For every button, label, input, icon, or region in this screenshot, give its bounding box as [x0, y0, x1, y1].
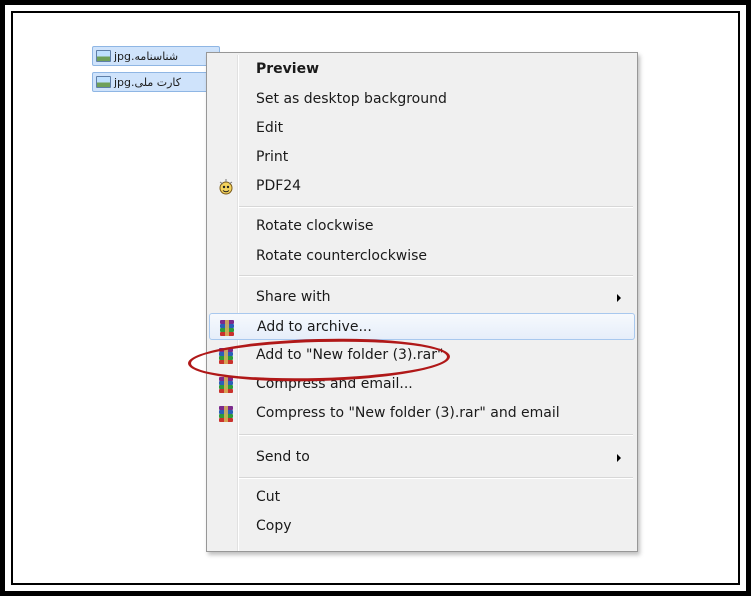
file-item-shenasnameh[interactable]: شناسنامه.jpg — [92, 46, 220, 66]
menu-item-print[interactable]: Print — [209, 144, 635, 171]
pdf24-icon — [217, 178, 235, 196]
menu-item-copy[interactable]: Copy — [209, 513, 635, 540]
menu-item-label: Edit — [256, 120, 284, 136]
context-menu: Preview Set as desktop background Edit P… — [206, 52, 638, 552]
file-item-kart-meli[interactable]: کارت ملی.jpg — [92, 72, 220, 92]
menu-item-rotate-clockwise[interactable]: Rotate clockwise — [209, 213, 635, 240]
menu-item-label: Set as desktop background — [256, 91, 447, 107]
menu-item-label: PDF24 — [256, 178, 302, 194]
menu-separator — [239, 477, 633, 479]
menu-item-cut[interactable]: Cut — [209, 484, 635, 511]
image-file-icon — [96, 76, 111, 88]
menu-item-preview[interactable]: Preview — [209, 56, 635, 83]
menu-item-share-with[interactable]: Share with — [209, 284, 635, 311]
winrar-icon — [218, 319, 236, 337]
menu-item-send-to[interactable]: Send to — [209, 444, 635, 471]
menu-item-edit[interactable]: Edit — [209, 115, 635, 142]
menu-separator — [239, 275, 633, 277]
menu-item-label: Share with — [256, 289, 331, 305]
menu-item-label: Cut — [256, 489, 281, 505]
file-name: شناسنامه.jpg — [114, 49, 179, 63]
menu-item-label: Rotate counterclockwise — [256, 248, 428, 264]
menu-item-label: Send to — [256, 449, 310, 465]
menu-item-label: Copy — [256, 518, 292, 534]
submenu-arrow-icon — [617, 454, 621, 462]
menu-item-label: Rotate clockwise — [256, 218, 374, 234]
winrar-icon — [217, 405, 235, 423]
image-file-icon — [96, 50, 111, 62]
menu-separator — [239, 434, 633, 436]
menu-item-label: Add to archive... — [257, 319, 372, 335]
winrar-icon — [217, 376, 235, 394]
menu-separator — [239, 206, 633, 208]
menu-item-label: Compress to "New folder (3).rar" and ema… — [256, 405, 560, 421]
menu-item-label: Print — [256, 149, 289, 165]
menu-item-set-desktop-background[interactable]: Set as desktop background — [209, 86, 635, 113]
menu-item-label: Preview — [256, 61, 320, 77]
menu-item-rotate-counterclockwise[interactable]: Rotate counterclockwise — [209, 243, 635, 270]
menu-item-compress-to-rar-and-email[interactable]: Compress to "New folder (3).rar" and ema… — [209, 400, 635, 427]
submenu-arrow-icon — [617, 294, 621, 302]
file-name: کارت ملی.jpg — [114, 75, 181, 89]
menu-item-add-to-archive[interactable]: Add to archive... — [209, 313, 635, 340]
menu-item-pdf24[interactable]: PDF24 — [209, 173, 635, 200]
